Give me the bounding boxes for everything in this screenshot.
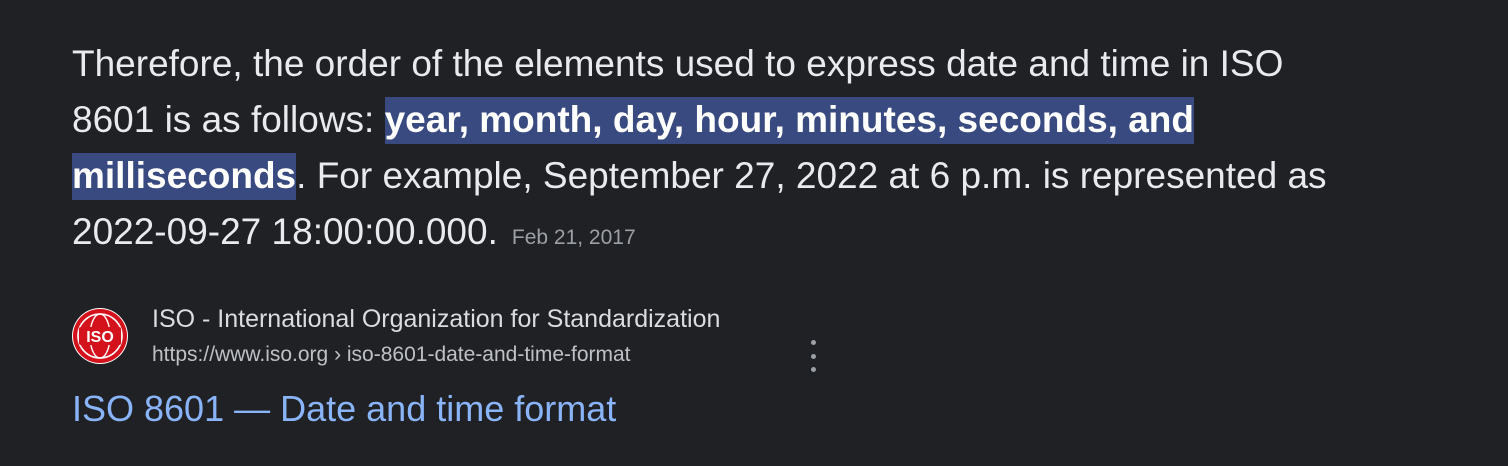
source-site-name[interactable]: ISO - International Organization for Sta… (152, 304, 720, 334)
more-vert-icon[interactable] (804, 340, 822, 372)
featured-snippet-text: Therefore, the order of the elements use… (72, 36, 1372, 266)
source-url[interactable]: https://www.iso.org › iso-8601-date-and-… (152, 342, 631, 368)
kebab-dot (810, 353, 816, 359)
snippet-date: Feb 21, 2017 (511, 226, 636, 249)
kebab-dot (810, 367, 816, 372)
kebab-dot (810, 340, 816, 345)
iso-logo-text: ISO (86, 329, 114, 346)
result-title-link[interactable]: ISO 8601 — Date and time format (72, 386, 616, 432)
source-info: ISO ISO - International Organization for… (72, 304, 832, 374)
iso-logo-icon[interactable]: ISO (72, 308, 128, 364)
iso-logo-graphic: ISO (73, 309, 127, 363)
